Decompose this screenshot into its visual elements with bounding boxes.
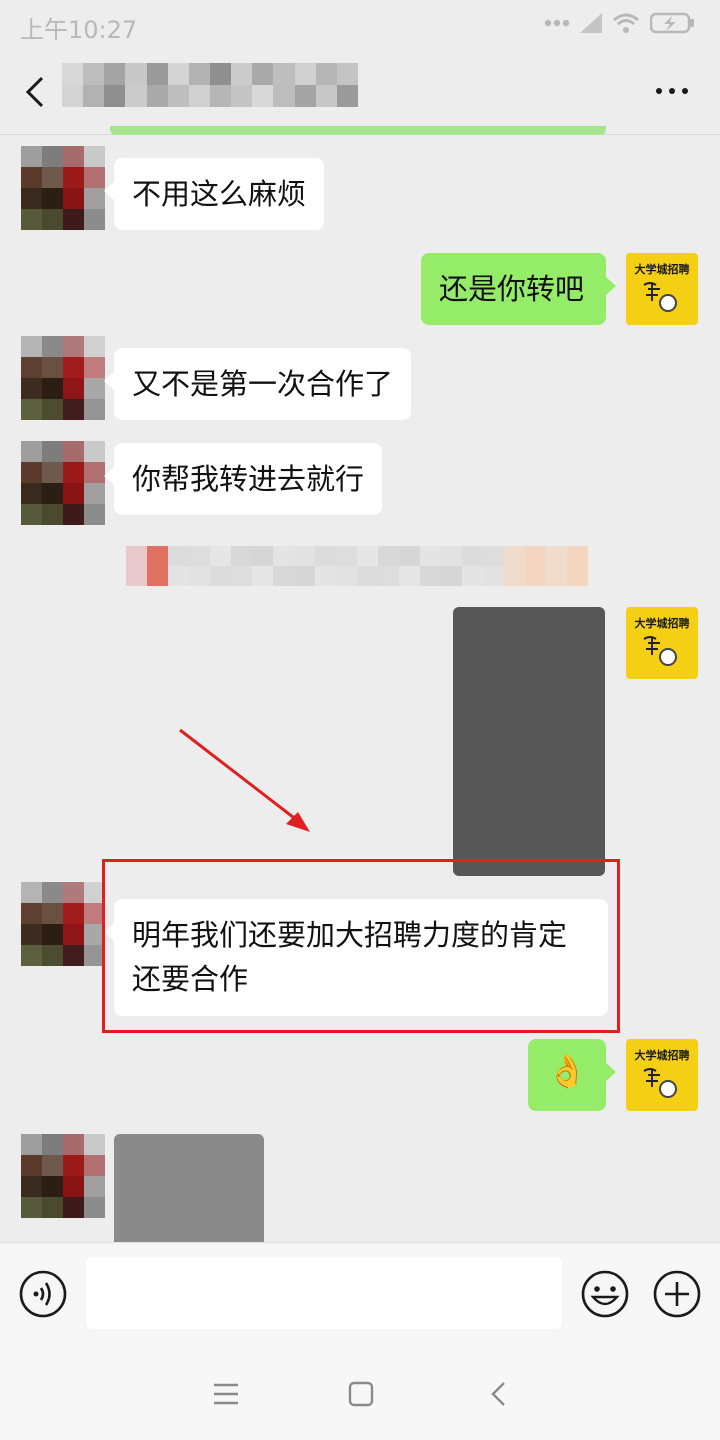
message-bubble[interactable]: 又不是第一次合作了: [103, 348, 412, 420]
emoji-message[interactable]: 👌: [528, 1039, 616, 1111]
image-message[interactable]: [453, 607, 605, 876]
message-bubble[interactable]: 你帮我转进去就行: [103, 443, 383, 515]
message-bubble[interactable]: 不用这么麻烦: [103, 158, 325, 230]
home-icon[interactable]: [341, 1374, 381, 1414]
chevron-left-icon[interactable]: [20, 72, 54, 112]
battery-charging-icon: [650, 12, 694, 34]
message-bubble[interactable]: 还是你转吧: [421, 253, 616, 325]
signal-icon: [580, 13, 602, 33]
avatar-logo-text: 大学城招聘: [634, 1049, 690, 1062]
input-bar: [0, 1242, 720, 1345]
wifi-icon: [613, 13, 639, 33]
avatar-logo-text: 大学城招聘: [634, 617, 690, 630]
self-avatar[interactable]: 大学城招聘: [626, 607, 698, 679]
chat-header: [0, 50, 720, 135]
highlight-box: [102, 859, 620, 1033]
previous-message-edge: [110, 126, 606, 135]
emoji-icon[interactable]: [580, 1269, 630, 1319]
more-options-icon[interactable]: [654, 86, 690, 96]
contact-avatar[interactable]: [21, 1134, 105, 1218]
self-avatar[interactable]: 大学城招聘: [626, 253, 698, 325]
blurred-system-message: [126, 546, 588, 586]
back-icon[interactable]: [480, 1374, 520, 1414]
system-navigation-bar: [0, 1344, 720, 1440]
plus-icon[interactable]: [652, 1269, 702, 1319]
image-message[interactable]: [114, 1134, 264, 1244]
more-dots-icon: [544, 19, 570, 27]
contact-avatar[interactable]: [21, 336, 105, 420]
self-avatar[interactable]: 大学城招聘: [626, 1039, 698, 1111]
voice-icon[interactable]: [18, 1269, 68, 1319]
contact-avatar[interactable]: [21, 441, 105, 525]
annotation-arrow-icon: [179, 728, 310, 832]
status-icons: [544, 12, 696, 34]
status-time: 上午10:27: [20, 16, 138, 44]
contact-avatar[interactable]: [21, 882, 105, 966]
menu-icon[interactable]: [206, 1374, 246, 1414]
message-input[interactable]: [86, 1257, 562, 1329]
avatar-logo-text: 大学城招聘: [634, 263, 690, 276]
chat-title-blurred: [62, 63, 358, 107]
contact-avatar[interactable]: [21, 146, 105, 230]
